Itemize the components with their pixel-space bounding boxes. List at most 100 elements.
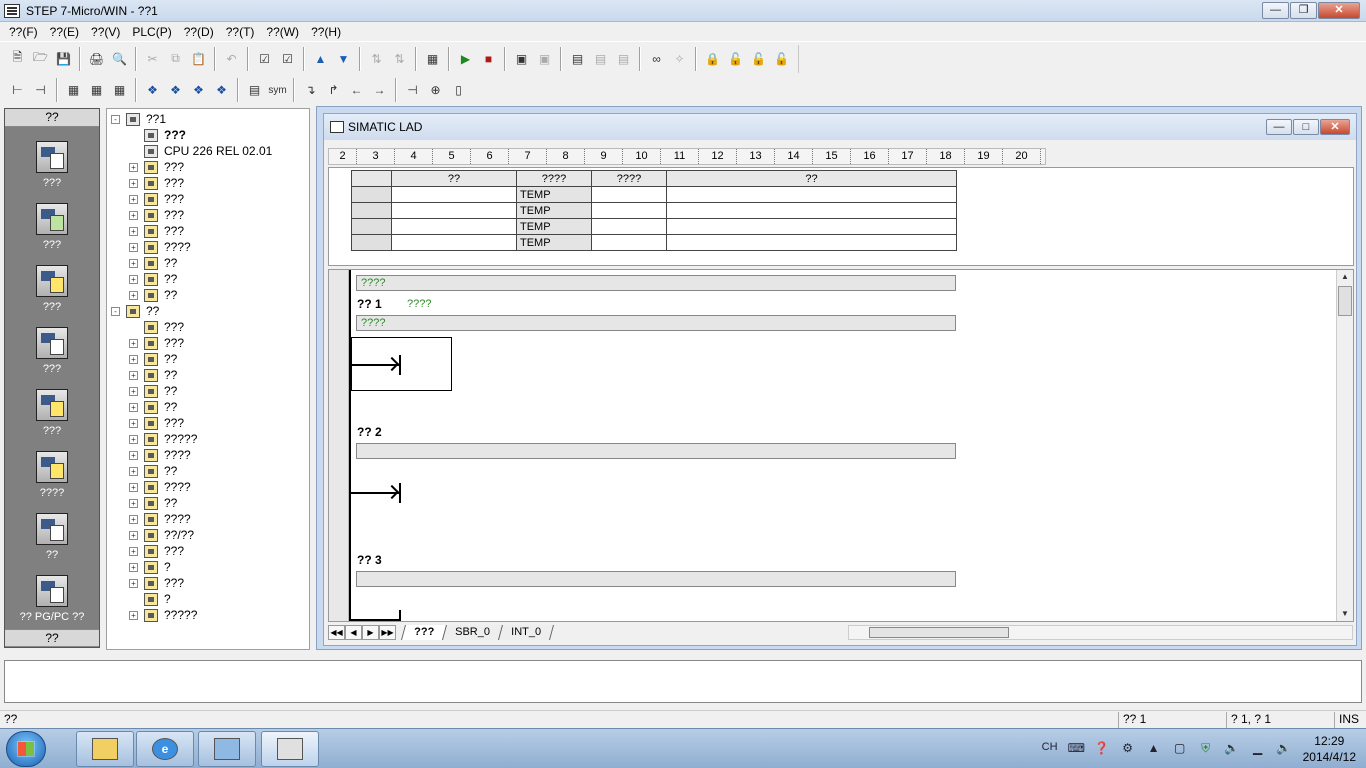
taskbar-internet-explorer[interactable]: e (136, 731, 194, 767)
symbol-cell[interactable] (391, 218, 517, 235)
data-type-cell[interactable] (591, 218, 667, 235)
symbol-cell[interactable] (391, 202, 517, 219)
expand-icon[interactable]: + (129, 546, 138, 556)
speaker-icon[interactable]: 🔊 (1276, 741, 1292, 757)
tree-item[interactable]: +??? (129, 415, 184, 431)
cut-icon[interactable]: ✂ (142, 48, 164, 70)
row-header[interactable] (351, 202, 392, 219)
symbol-cell[interactable] (391, 186, 517, 203)
coil-icon[interactable]: ⊕ (425, 79, 447, 101)
expand-icon[interactable]: + (129, 482, 138, 492)
comment-cell[interactable] (666, 186, 957, 203)
options-icon[interactable]: ▦ (422, 48, 444, 70)
trend-view-icon[interactable]: ∞ (646, 48, 668, 70)
box-icon[interactable]: ▯ (448, 79, 470, 101)
run-icon[interactable]: ▶ (455, 48, 477, 70)
output-window[interactable] (4, 660, 1362, 703)
copy-icon[interactable]: ⧉ (165, 48, 187, 70)
expand-icon[interactable]: + (129, 610, 138, 620)
tab-int0[interactable]: INT_0 (498, 625, 555, 640)
table-row[interactable]: TEMP (351, 234, 957, 251)
sort-ascending-icon[interactable]: ⇅ (366, 48, 388, 70)
tree-item[interactable]: +??? (129, 543, 184, 559)
print-preview-icon[interactable]: 🔍 (109, 48, 131, 70)
tab-prev-icon[interactable]: ◀ (345, 625, 362, 640)
vertical-scrollbar[interactable]: ▲ ▼ (1336, 270, 1353, 621)
expand-icon[interactable]: + (129, 386, 138, 396)
tree-item[interactable]: +???? (129, 479, 191, 495)
nav-item-status-chart[interactable]: ??? (5, 265, 99, 313)
tab-last-icon[interactable]: ▶▶ (379, 625, 396, 640)
symbol-cell[interactable] (391, 234, 517, 251)
table-row[interactable]: TEMP (351, 202, 957, 219)
tree-item[interactable]: +?? (129, 287, 177, 303)
menu-debug[interactable]: ??(D) (178, 25, 220, 39)
tab-first-icon[interactable]: ◀◀ (328, 625, 345, 640)
hscroll-thumb[interactable] (869, 627, 1009, 638)
download-icon[interactable]: ▼ (333, 48, 355, 70)
network-1-comment[interactable]: ???? (356, 315, 956, 331)
tree-item[interactable]: +??? (129, 335, 184, 351)
tab-sbr0[interactable]: SBR_0 (442, 625, 504, 640)
expand-icon[interactable]: + (129, 370, 138, 380)
menu-help[interactable]: ??(H) (305, 25, 347, 39)
row-header[interactable] (351, 186, 392, 203)
expand-icon[interactable]: + (129, 162, 138, 172)
nav-header[interactable]: ?? (5, 109, 99, 127)
nav-item-set-pgpc[interactable]: ?? PG/PC ?? (5, 575, 99, 623)
tree-item[interactable]: + ??/?? (129, 527, 194, 543)
delete-contact-icon[interactable]: ⊣ (30, 79, 52, 101)
keyboard-icon[interactable]: ⌨ (1068, 741, 1085, 757)
start-button[interactable] (6, 731, 46, 767)
tree-item[interactable]: +???? (129, 447, 191, 463)
compile-all-icon[interactable]: ☑ (277, 48, 299, 70)
nav-item-communications[interactable]: ?? (5, 513, 99, 561)
tree-item[interactable]: +??? (129, 207, 184, 223)
data-type-cell[interactable] (591, 186, 667, 203)
scroll-down-icon[interactable]: ▼ (1337, 607, 1353, 621)
expand-icon[interactable]: + (129, 258, 138, 268)
new-file-icon[interactable]: 🗎 (7, 48, 29, 70)
expand-icon[interactable]: + (129, 466, 138, 476)
nav-item-program-block[interactable]: ??? (5, 141, 99, 189)
open-folder-icon[interactable]: 🗁 (30, 48, 52, 70)
stop-icon[interactable]: ■ (478, 48, 500, 70)
single-read-icon[interactable]: ▤ (590, 48, 612, 70)
lad-program-editor[interactable]: ???? ?? 1 ???? ???? ?? 2 ?? 3 ▲ ▼ (328, 269, 1354, 622)
help-icon[interactable]: ❓ (1094, 741, 1110, 757)
nav-item-system-block[interactable]: ??? (5, 389, 99, 437)
write-all-icon[interactable]: ▤ (613, 48, 635, 70)
tree-item[interactable]: CPU 226 REL 02.01 (129, 143, 272, 159)
lad-minimize-button[interactable]: — (1266, 119, 1292, 135)
stl-view-icon[interactable]: ▦ (86, 79, 108, 101)
tree-item[interactable]: +?? (129, 383, 177, 399)
tree-item[interactable]: +????? (129, 431, 197, 447)
left-line-icon[interactable]: ← (346, 79, 368, 101)
comment-cell[interactable] (666, 202, 957, 219)
tree-item[interactable]: +??? (129, 175, 184, 191)
taskbar-clock[interactable]: 12:29 2014/4/12 (1303, 733, 1356, 765)
lad-maximize-button[interactable]: □ (1293, 119, 1319, 135)
table-row[interactable]: TEMP (351, 218, 957, 235)
tree-item[interactable]: -?? (111, 303, 159, 319)
menu-file[interactable]: ??(F) (3, 25, 44, 39)
network-1-title[interactable]: ???? (407, 298, 431, 310)
down-line-icon[interactable]: ↴ (300, 79, 322, 101)
unforce-all-icon[interactable]: 🔓 (748, 48, 770, 70)
pause-status-icon[interactable]: ▣ (534, 48, 556, 70)
expand-icon[interactable]: + (129, 194, 138, 204)
language-indicator[interactable]: CH (1042, 741, 1058, 757)
menu-edit[interactable]: ??(E) (44, 25, 85, 39)
expand-icon[interactable]: + (129, 338, 138, 348)
tree-item[interactable]: +????? (129, 607, 197, 623)
close-button[interactable]: ✕ (1318, 2, 1360, 19)
tree-item[interactable]: ??? (129, 319, 184, 335)
show-hidden-icons-icon[interactable]: ▲ (1146, 741, 1162, 757)
right-line-icon[interactable]: → (369, 79, 391, 101)
comment-cell[interactable] (666, 218, 957, 235)
save-icon[interactable]: 💾 (53, 48, 75, 70)
collapse-icon[interactable]: - (111, 306, 120, 316)
next-bookmark-icon[interactable]: ❖ (165, 79, 187, 101)
tree-item[interactable]: +???? (129, 511, 191, 527)
paste-icon[interactable]: 📋 (188, 48, 210, 70)
